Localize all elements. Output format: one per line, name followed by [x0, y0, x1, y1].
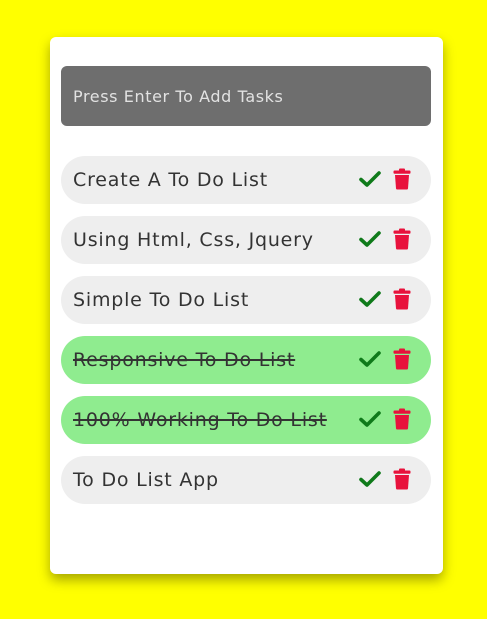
task-item: To Do List App [61, 456, 431, 504]
todo-card: Create A To Do List Using Html, Css, Jqu… [50, 37, 443, 574]
task-actions [359, 288, 413, 310]
check-icon[interactable] [359, 228, 381, 250]
check-icon[interactable] [359, 408, 381, 430]
task-item: Simple To Do List [61, 276, 431, 324]
trash-icon[interactable] [391, 228, 413, 250]
trash-icon[interactable] [391, 348, 413, 370]
task-item: Responsive To Do List [61, 336, 431, 384]
trash-icon[interactable] [391, 408, 413, 430]
task-text: Using Html, Css, Jquery [73, 229, 314, 251]
task-actions [359, 348, 413, 370]
task-actions [359, 228, 413, 250]
task-actions [359, 168, 413, 190]
task-text: 100% Working To Do List [73, 409, 327, 431]
add-task-input[interactable] [61, 66, 431, 126]
task-item: Using Html, Css, Jquery [61, 216, 431, 264]
task-text: Responsive To Do List [73, 349, 296, 371]
task-text: To Do List App [73, 469, 219, 491]
task-text: Create A To Do List [73, 169, 268, 191]
check-icon[interactable] [359, 288, 381, 310]
task-item: Create A To Do List [61, 156, 431, 204]
check-icon[interactable] [359, 348, 381, 370]
task-list: Create A To Do List Using Html, Css, Jqu… [61, 156, 431, 516]
trash-icon[interactable] [391, 468, 413, 490]
check-icon[interactable] [359, 168, 381, 190]
task-actions [359, 408, 413, 430]
task-actions [359, 468, 413, 490]
check-icon[interactable] [359, 468, 381, 490]
trash-icon[interactable] [391, 168, 413, 190]
task-text: Simple To Do List [73, 289, 250, 311]
task-item: 100% Working To Do List [61, 396, 431, 444]
trash-icon[interactable] [391, 288, 413, 310]
